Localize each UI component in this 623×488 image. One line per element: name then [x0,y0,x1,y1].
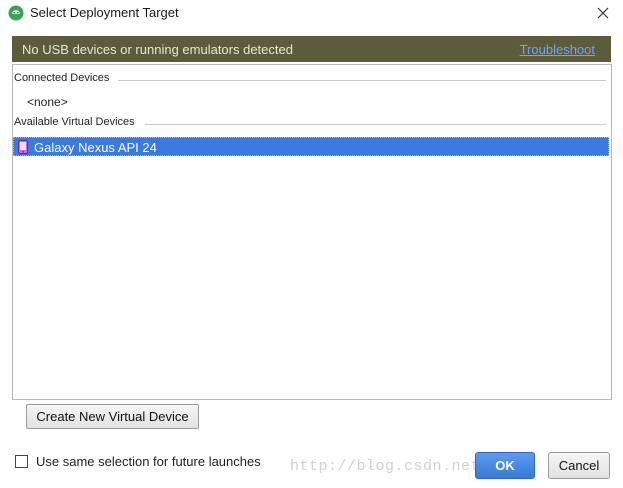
device-list[interactable]: Connected Devices <none> Available Virtu… [12,64,612,400]
remember-selection-checkbox[interactable]: Use same selection for future launches [15,454,261,469]
device-row-galaxy-nexus[interactable]: Galaxy Nexus API 24 [13,137,609,156]
android-studio-icon [8,5,24,21]
warning-banner: No USB devices or running emulators dete… [12,36,611,62]
connected-devices-header: Connected Devices [13,72,609,86]
window-title: Select Deployment Target [30,5,179,20]
ok-button[interactable]: OK [475,452,535,479]
checkbox-label: Use same selection for future launches [36,454,261,469]
create-virtual-device-button[interactable]: Create New Virtual Device [26,404,199,429]
section-divider [145,124,606,125]
banner-message: No USB devices or running emulators dete… [22,42,293,57]
close-button[interactable] [592,2,614,24]
close-icon [597,7,609,19]
title-bar: Select Deployment Target [0,0,623,27]
phone-icon [18,140,28,154]
cancel-button[interactable]: Cancel [548,452,610,479]
connected-devices-label: Connected Devices [14,72,114,84]
deployment-dialog: Select Deployment Target No USB devices … [0,0,623,488]
available-devices-header: Available Virtual Devices [13,116,609,130]
troubleshoot-link[interactable]: Troubleshoot [520,42,595,57]
connected-none-item: <none> [27,95,68,109]
checkbox-box[interactable] [15,455,28,468]
available-devices-label: Available Virtual Devices [14,116,139,128]
device-name: Galaxy Nexus API 24 [34,140,157,155]
section-divider [118,80,606,81]
